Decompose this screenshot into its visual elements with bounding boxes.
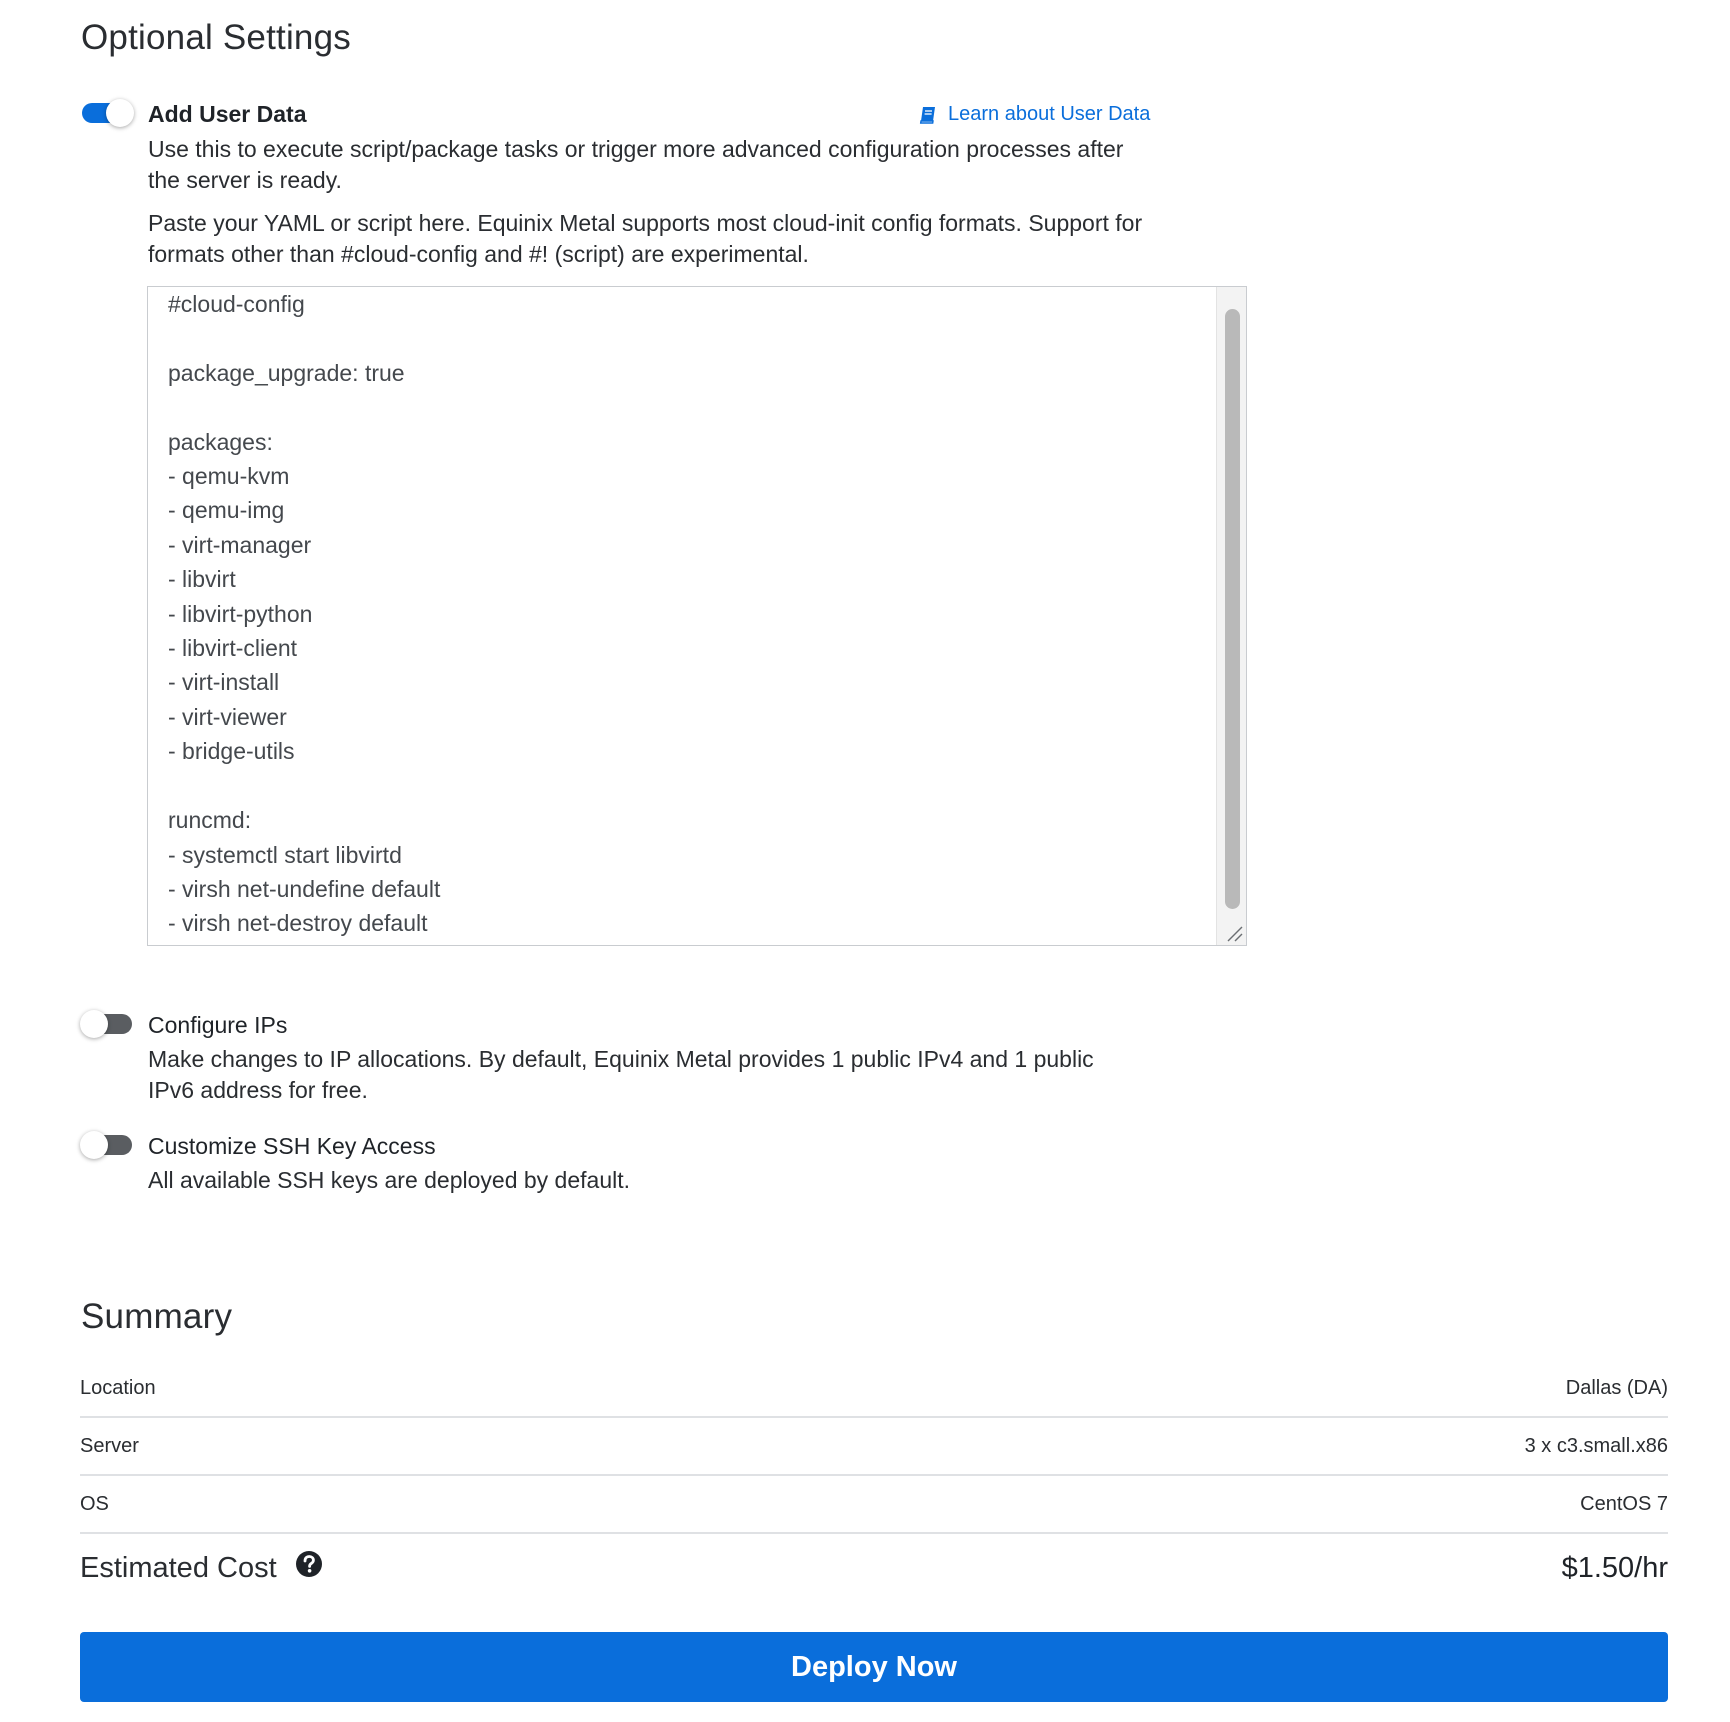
summary-title: Summary [81, 1297, 233, 1336]
estimated-cost-label-group: Estimated Cost [80, 1550, 323, 1586]
toggle-knob [80, 1131, 108, 1159]
user-data-toggle[interactable] [80, 99, 134, 127]
summary-value: 3 x c3.small.x86 [1524, 1434, 1668, 1457]
toggle-knob [106, 99, 134, 127]
resize-grip-icon[interactable] [1222, 921, 1244, 943]
user-data-label: Add User Data [148, 101, 307, 127]
ssh-keys-description: All available SSH keys are deployed by d… [148, 1167, 631, 1193]
optional-settings-title: Optional Settings [81, 18, 351, 57]
configure-ips-toggle[interactable] [80, 1010, 134, 1038]
configure-ips-description: Make changes to IP allocations. By defau… [148, 1046, 1094, 1103]
summary-value: CentOS 7 [1580, 1492, 1668, 1515]
learn-link-text: Learn about User Data [948, 103, 1151, 125]
deploy-now-button[interactable]: Deploy Now [80, 1632, 1668, 1702]
user-data-description: Use this to execute script/package tasks… [148, 136, 1124, 193]
toggle-knob [80, 1010, 108, 1038]
user-data-textarea[interactable]: #cloud-config package_upgrade: true pack… [147, 286, 1247, 946]
summary-row-location: Location Dallas (DA) [80, 1360, 1668, 1418]
ssh-keys-toggle[interactable] [80, 1131, 134, 1159]
configure-ips-label: Configure IPs [148, 1012, 288, 1038]
estimated-cost-value: $1.50/hr [1561, 1551, 1668, 1584]
user-data-script[interactable]: #cloud-config package_upgrade: true pack… [168, 287, 1206, 941]
summary-row-os: OS CentOS 7 [80, 1476, 1668, 1534]
learn-user-data-link[interactable]: Learn about User Data [918, 103, 1150, 126]
user-data-instructions: Paste your YAML or script here. Equinix … [148, 210, 1143, 267]
summary-label: OS [80, 1492, 109, 1515]
estimated-cost-label: Estimated Cost [80, 1551, 277, 1584]
summary-label: Server [80, 1434, 139, 1457]
book-icon [918, 105, 938, 125]
summary-label: Location [80, 1376, 156, 1399]
ssh-keys-label: Customize SSH Key Access [148, 1133, 436, 1159]
estimated-cost-row: Estimated Cost $1.50/hr [80, 1538, 1668, 1598]
summary-value: Dallas (DA) [1565, 1376, 1668, 1399]
summary-row-server: Server 3 x c3.small.x86 [80, 1418, 1668, 1476]
question-circle-icon[interactable] [295, 1550, 323, 1586]
scroll-thumb[interactable] [1225, 309, 1240, 909]
editor-scrollbar[interactable] [1216, 287, 1246, 945]
